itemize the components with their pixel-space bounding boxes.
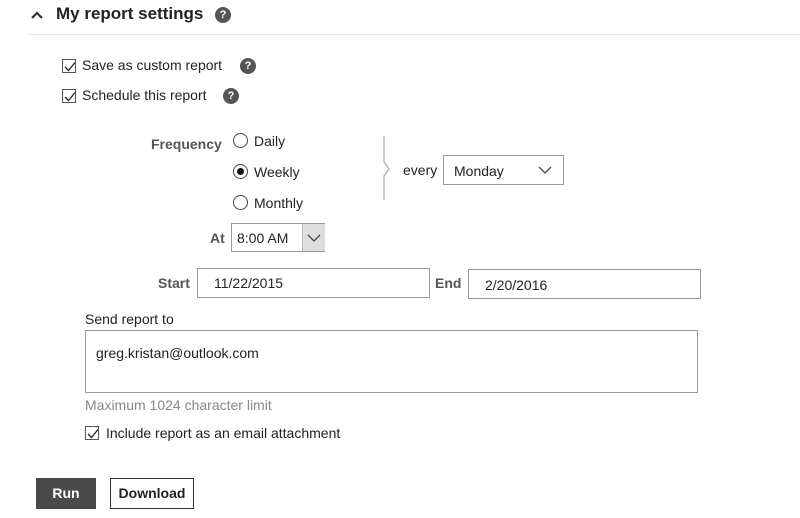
- send-report-label: Send report to: [85, 311, 174, 327]
- every-day-select[interactable]: Monday: [443, 155, 564, 185]
- help-icon[interactable]: ?: [223, 88, 239, 104]
- start-date-input[interactable]: 11/22/2015: [197, 268, 430, 298]
- custom-report-label: Save as custom report: [82, 57, 223, 73]
- schedule-report-label: Schedule this report: [82, 87, 207, 103]
- end-label: End: [435, 275, 462, 291]
- download-button[interactable]: Download: [110, 478, 194, 509]
- attachment-label: Include report as an email attachment: [106, 425, 341, 441]
- radio-selected-dot: [237, 168, 244, 175]
- chevron-down-icon: [307, 234, 321, 242]
- end-date-value: 2/20/2016: [485, 277, 548, 293]
- character-limit-hint: Maximum 1024 character limit: [85, 397, 272, 413]
- start-label: Start: [158, 275, 190, 291]
- checkmark-icon: [87, 429, 99, 439]
- radio-daily-label[interactable]: Daily: [254, 133, 285, 149]
- time-dropdown-button[interactable]: [302, 224, 325, 251]
- schedule-report-checkbox[interactable]: [62, 89, 76, 103]
- radio-weekly[interactable]: [233, 164, 248, 179]
- radio-weekly-label[interactable]: Weekly: [254, 164, 300, 180]
- checkmark-icon: [64, 62, 76, 72]
- time-select[interactable]: 8:00 AM: [231, 223, 325, 252]
- start-date-value: 11/22/2015: [214, 275, 284, 291]
- section-title: My report settings: [56, 4, 204, 23]
- radio-daily[interactable]: [233, 133, 248, 148]
- at-label: At: [210, 230, 225, 246]
- end-date-input[interactable]: 2/20/2016: [468, 269, 701, 299]
- frequency-bracket: [376, 136, 392, 207]
- radio-monthly-label[interactable]: Monthly: [254, 195, 303, 211]
- help-icon[interactable]: ?: [240, 58, 256, 74]
- every-label: every: [403, 162, 438, 178]
- checkmark-icon: [64, 92, 76, 102]
- radio-monthly[interactable]: [233, 195, 248, 210]
- chevron-down-icon: [538, 166, 552, 174]
- every-day-value: Monday: [454, 163, 504, 179]
- recipient-textarea[interactable]: greg.kristan@outlook.com: [85, 330, 698, 393]
- recipient-value: greg.kristan@outlook.com: [96, 345, 259, 361]
- divider: [28, 34, 800, 35]
- frequency-label: Frequency: [151, 136, 222, 152]
- help-icon[interactable]: ?: [215, 7, 231, 23]
- attachment-checkbox[interactable]: [85, 426, 99, 440]
- chevron-up-icon[interactable]: [28, 6, 46, 24]
- time-value: 8:00 AM: [237, 230, 289, 246]
- custom-report-checkbox[interactable]: [62, 59, 76, 73]
- run-button[interactable]: Run: [36, 478, 96, 509]
